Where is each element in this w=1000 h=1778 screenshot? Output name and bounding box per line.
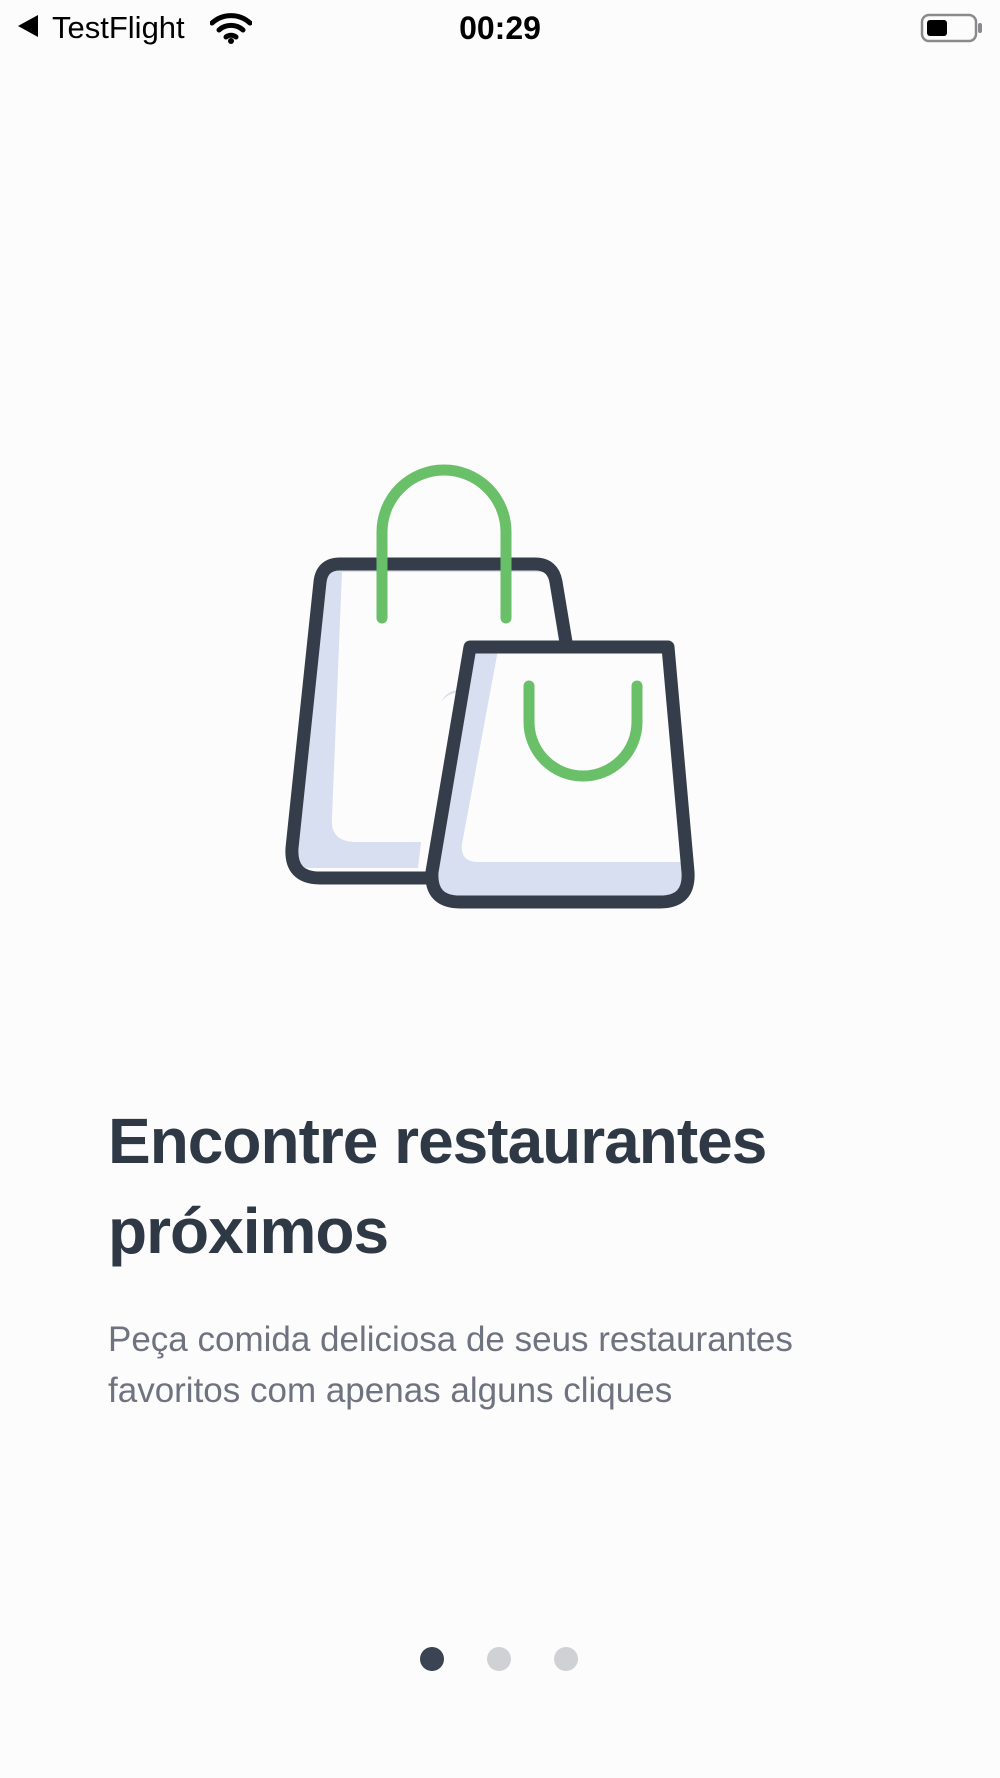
battery-icon <box>920 13 982 43</box>
onboarding-subtitle: Peça comida deliciosa de seus restaurant… <box>108 1320 793 1410</box>
wifi-icon <box>210 13 252 44</box>
status-bar: TestFlight 00:29 <box>0 0 1000 56</box>
page-indicator[interactable] <box>420 1647 580 1671</box>
status-time: 00:29 <box>459 10 541 46</box>
onboarding-title: Encontre restaurantes próximos <box>108 1105 767 1267</box>
back-to-app-link[interactable]: TestFlight <box>52 6 185 50</box>
page-dot-2[interactable] <box>487 1647 511 1671</box>
page-dot-3[interactable] <box>554 1647 578 1671</box>
page-dot-1[interactable] <box>420 1647 444 1671</box>
small-bag <box>425 640 695 909</box>
back-arrow-icon[interactable] <box>18 15 38 37</box>
shopping-bags-icon <box>285 464 695 909</box>
